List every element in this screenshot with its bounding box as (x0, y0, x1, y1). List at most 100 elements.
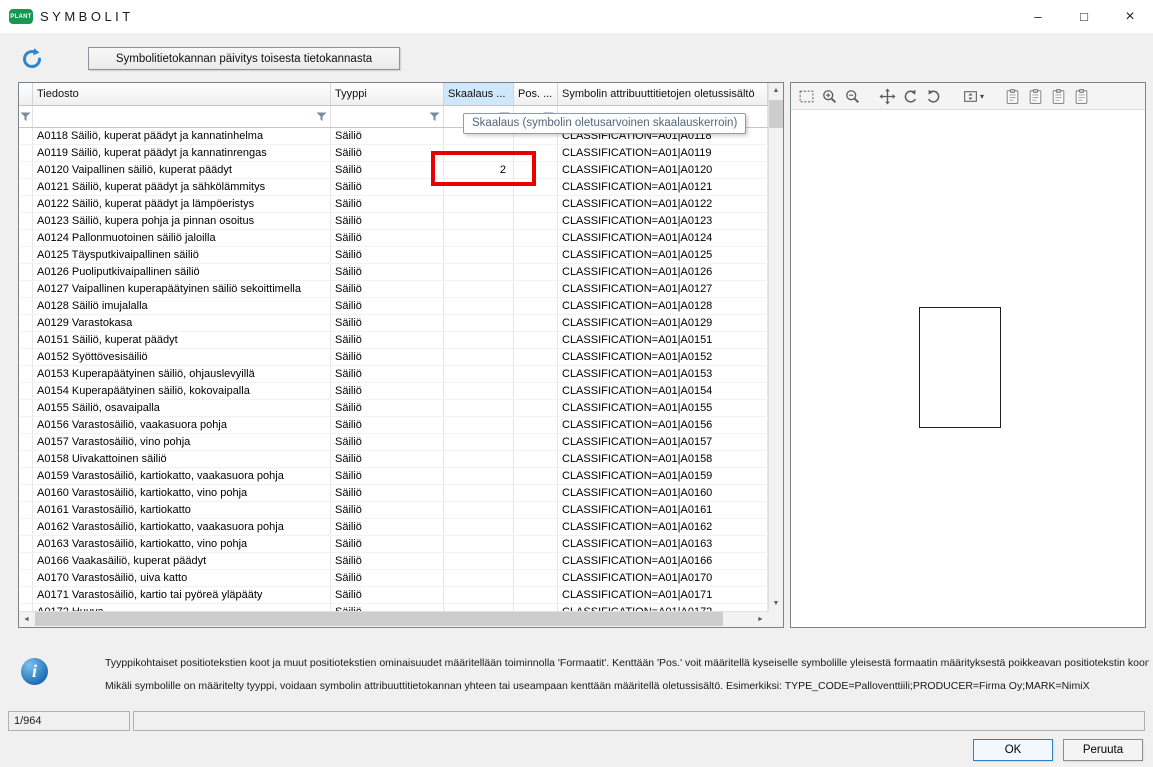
cell-skaalaus[interactable] (444, 247, 514, 263)
table-row[interactable]: A0156 Varastosäiliö, vaakasuora pohjaSäi… (19, 417, 768, 434)
cell-skaalaus[interactable] (444, 349, 514, 365)
cell-tiedosto[interactable]: A0151 Säiliö, kuperat päädyt (33, 332, 331, 348)
rotate-right-icon[interactable] (922, 85, 945, 107)
table-row[interactable]: A0151 Säiliö, kuperat päädytSäiliöCLASSI… (19, 332, 768, 349)
cell-attr[interactable]: CLASSIFICATION=A01|A0128 (558, 298, 768, 314)
cell-skaalaus[interactable] (444, 332, 514, 348)
cell-tyyppi[interactable]: Säiliö (331, 349, 444, 365)
cell-pos[interactable] (514, 332, 558, 348)
cell-tyyppi[interactable]: Säiliö (331, 468, 444, 484)
cell-pos[interactable] (514, 536, 558, 552)
minimize-button[interactable]: – (1015, 0, 1061, 33)
cell-attr[interactable]: CLASSIFICATION=A01|A0153 (558, 366, 768, 382)
cell-attr[interactable]: CLASSIFICATION=A01|A0127 (558, 281, 768, 297)
cell-pos[interactable] (514, 162, 558, 178)
cell-skaalaus[interactable] (444, 196, 514, 212)
table-row[interactable]: A0153 Kuperapäätyinen säiliö, ohjauslevy… (19, 366, 768, 383)
table-row[interactable]: A0157 Varastosäiliö, vino pohjaSäiliöCLA… (19, 434, 768, 451)
cell-tyyppi[interactable]: Säiliö (331, 247, 444, 263)
cell-tiedosto[interactable]: A0162 Varastosäiliö, kartiokatto, vaakas… (33, 519, 331, 535)
cell-tiedosto[interactable]: A0156 Varastosäiliö, vaakasuora pohja (33, 417, 331, 433)
cell-tiedosto[interactable]: A0152 Syöttövesisäiliö (33, 349, 331, 365)
cell-skaalaus[interactable] (444, 587, 514, 603)
row-selector-cell[interactable] (19, 213, 33, 229)
cell-tyyppi[interactable]: Säiliö (331, 570, 444, 586)
filter-cell-tiedosto[interactable] (33, 106, 331, 127)
zoom-in-icon[interactable] (818, 85, 841, 107)
cell-tyyppi[interactable]: Säiliö (331, 485, 444, 501)
cell-tyyppi[interactable]: Säiliö (331, 519, 444, 535)
clipboard-1-icon[interactable] (1001, 85, 1024, 107)
row-selector-cell[interactable] (19, 570, 33, 586)
cell-tiedosto[interactable]: A0120 Vaipallinen säiliö, kuperat päädyt (33, 162, 331, 178)
filter-cell-selector[interactable] (19, 106, 33, 127)
cell-tiedosto[interactable]: A0159 Varastosäiliö, kartiokatto, vaakas… (33, 468, 331, 484)
zoom-fit-dropdown-icon[interactable]: ▾ (957, 85, 989, 107)
update-from-database-button[interactable]: Symbolitietokannan päivitys toisesta tie… (88, 47, 400, 70)
cell-tiedosto[interactable]: A0155 Säiliö, osavaipalla (33, 400, 331, 416)
cell-tiedosto[interactable]: A0154 Kuperapäätyinen säiliö, kokovaipal… (33, 383, 331, 399)
table-row[interactable]: A0119 Säiliö, kuperat päädyt ja kannatin… (19, 145, 768, 162)
cell-skaalaus[interactable] (444, 281, 514, 297)
table-row[interactable]: A0161 Varastosäiliö, kartiokattoSäiliöCL… (19, 502, 768, 519)
table-row[interactable]: A0170 Varastosäiliö, uiva kattoSäiliöCLA… (19, 570, 768, 587)
table-row[interactable]: A0163 Varastosäiliö, kartiokatto, vino p… (19, 536, 768, 553)
row-selector-cell[interactable] (19, 332, 33, 348)
cell-tyyppi[interactable]: Säiliö (331, 128, 444, 144)
table-row[interactable]: A0129 VarastokasaSäiliöCLASSIFICATION=A0… (19, 315, 768, 332)
column-header-pos[interactable]: Pos. ... (514, 83, 558, 105)
cell-pos[interactable] (514, 145, 558, 161)
table-row[interactable]: A0126 Puoliputkivaipallinen säiliöSäiliö… (19, 264, 768, 281)
cell-skaalaus[interactable] (444, 298, 514, 314)
cell-tyyppi[interactable]: Säiliö (331, 196, 444, 212)
sync-database-icon[interactable] (20, 47, 44, 71)
cell-tyyppi[interactable]: Säiliö (331, 536, 444, 552)
horizontal-scrollbar[interactable]: ◄ ► (19, 611, 768, 627)
cell-skaalaus[interactable] (444, 264, 514, 280)
cell-attr[interactable]: CLASSIFICATION=A01|A0152 (558, 349, 768, 365)
cell-pos[interactable] (514, 587, 558, 603)
cell-pos[interactable] (514, 213, 558, 229)
cell-pos[interactable] (514, 230, 558, 246)
cell-tyyppi[interactable]: Säiliö (331, 502, 444, 518)
cell-attr[interactable]: CLASSIFICATION=A01|A0160 (558, 485, 768, 501)
cell-pos[interactable] (514, 451, 558, 467)
row-selector-cell[interactable] (19, 196, 33, 212)
zoom-out-icon[interactable] (841, 85, 864, 107)
cell-skaalaus[interactable] (444, 570, 514, 586)
pan-icon[interactable] (876, 85, 899, 107)
row-selector-cell[interactable] (19, 383, 33, 399)
row-selector-cell[interactable] (19, 434, 33, 450)
cell-attr[interactable]: CLASSIFICATION=A01|A0162 (558, 519, 768, 535)
cell-attr[interactable]: CLASSIFICATION=A01|A0126 (558, 264, 768, 280)
column-header-tiedosto[interactable]: Tiedosto (33, 83, 331, 105)
cell-tyyppi[interactable]: Säiliö (331, 451, 444, 467)
cell-tyyppi[interactable]: Säiliö (331, 264, 444, 280)
scroll-up-icon[interactable]: ▲ (769, 83, 783, 98)
cell-pos[interactable] (514, 400, 558, 416)
scroll-down-icon[interactable]: ▼ (769, 596, 783, 611)
cell-tyyppi[interactable]: Säiliö (331, 332, 444, 348)
cell-tyyppi[interactable]: Säiliö (331, 383, 444, 399)
cell-attr[interactable]: CLASSIFICATION=A01|A0122 (558, 196, 768, 212)
cell-tiedosto[interactable]: A0153 Kuperapäätyinen säiliö, ohjauslevy… (33, 366, 331, 382)
close-button[interactable]: × (1107, 0, 1153, 33)
cell-skaalaus[interactable] (444, 400, 514, 416)
table-row[interactable]: A0128 Säiliö imujalallaSäiliöCLASSIFICAT… (19, 298, 768, 315)
cell-pos[interactable] (514, 553, 558, 569)
cell-tyyppi[interactable]: Säiliö (331, 553, 444, 569)
cell-tiedosto[interactable]: A0157 Varastosäiliö, vino pohja (33, 434, 331, 450)
select-region-icon[interactable] (795, 85, 818, 107)
clipboard-3-icon[interactable] (1047, 85, 1070, 107)
clipboard-2-icon[interactable] (1024, 85, 1047, 107)
cell-skaalaus[interactable] (444, 366, 514, 382)
table-row[interactable]: A0124 Pallonmuotoinen säiliö jaloillaSäi… (19, 230, 768, 247)
cell-tiedosto[interactable]: A0125 Täysputkivaipallinen säiliö (33, 247, 331, 263)
cell-pos[interactable] (514, 264, 558, 280)
cell-pos[interactable] (514, 519, 558, 535)
table-row[interactable]: A0171 Varastosäiliö, kartio tai pyöreä y… (19, 587, 768, 604)
cell-pos[interactable] (514, 417, 558, 433)
filter-cell-tyyppi[interactable] (331, 106, 444, 127)
cancel-button[interactable]: Peruuta (1063, 739, 1143, 761)
cell-tiedosto[interactable]: A0129 Varastokasa (33, 315, 331, 331)
